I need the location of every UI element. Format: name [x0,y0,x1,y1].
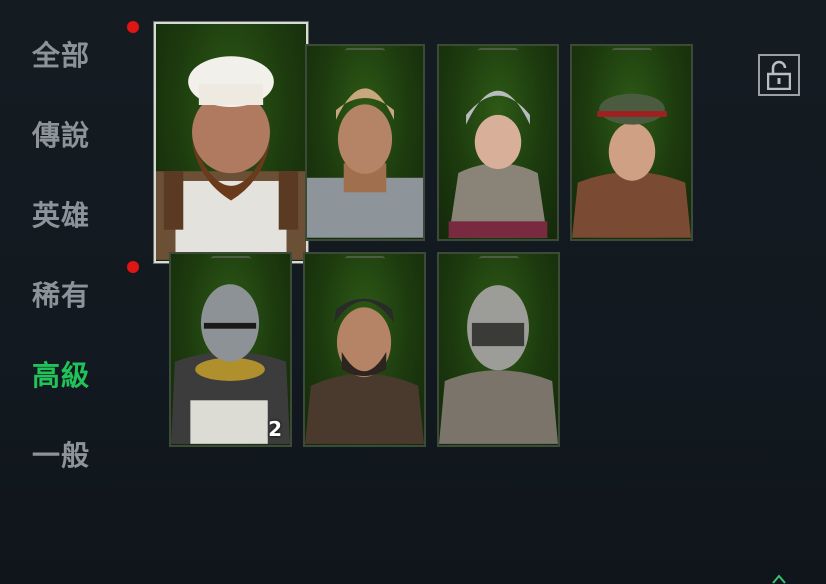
character-card-visored-knight[interactable]: 2 [169,252,292,447]
chevron-up-icon[interactable] [772,574,786,584]
character-card-chainmail-maiden[interactable] [437,44,559,241]
unlock-icon [767,60,791,90]
category-heroic[interactable]: 英雄 [32,194,90,234]
chef-dwarf-portrait [156,56,306,260]
lock-toggle-button[interactable] [758,54,800,96]
cap-youth-portrait [572,93,691,238]
bandana-soldier-portrait [307,88,423,238]
category-common[interactable]: 一般 [32,434,90,474]
category-advanced[interactable]: 高級 [32,354,90,394]
bearded-warrior-portrait [305,298,424,444]
category-legendary[interactable]: 傳說 [32,114,90,154]
category-all[interactable]: 全部 [32,34,90,74]
steel-helm-guard-portrait [439,285,558,444]
new-badge-all [127,21,139,33]
duplicate-count: 2 [268,417,282,441]
character-card-chef-dwarf[interactable] [154,22,308,263]
category-rare[interactable]: 稀有 [32,274,90,314]
character-card-steel-helm-guard[interactable] [437,252,560,447]
character-card-bearded-warrior[interactable] [303,252,426,447]
character-card-cap-youth[interactable] [570,44,693,241]
new-badge-rare [127,261,139,273]
chainmail-maiden-portrait [448,90,548,238]
category-sidebar: 全部 傳說 英雄 稀有 高級 一般 [0,0,150,584]
character-card-bandana-soldier[interactable] [305,44,425,241]
